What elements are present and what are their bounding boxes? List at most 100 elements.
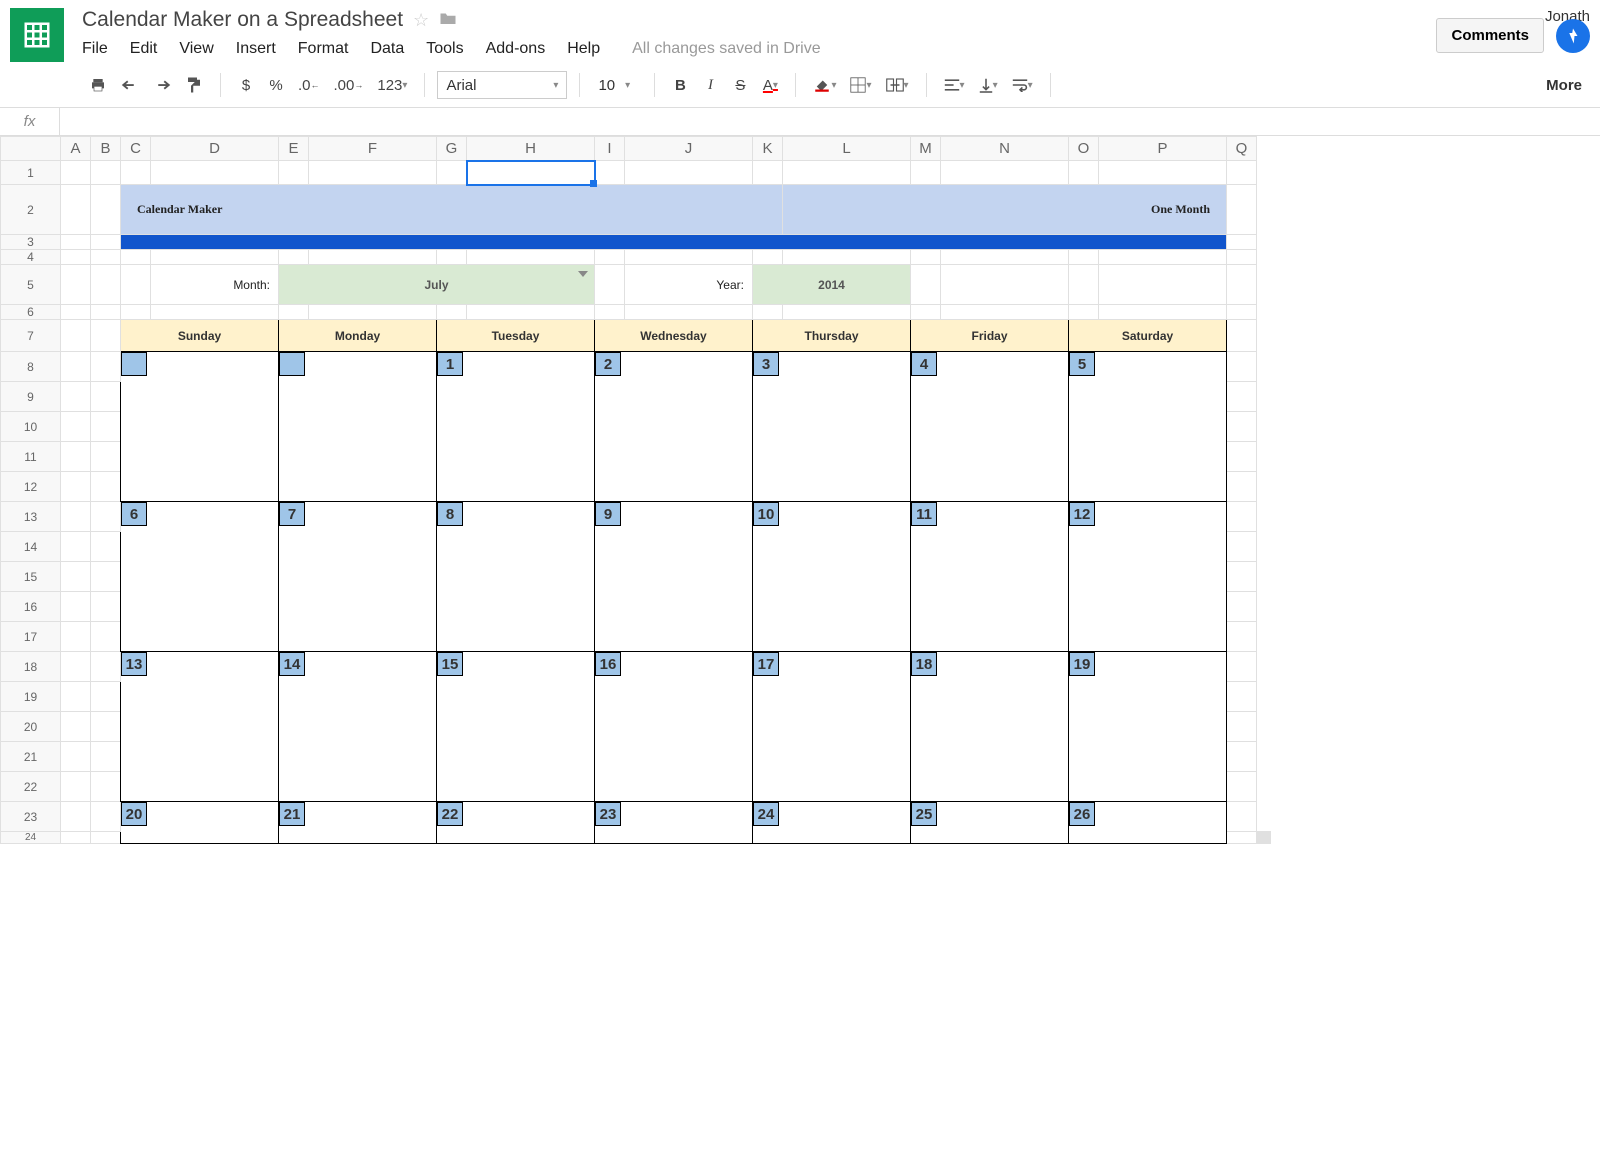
redo-icon[interactable] bbox=[148, 71, 176, 99]
undo-icon[interactable] bbox=[116, 71, 144, 99]
comments-button[interactable]: Comments bbox=[1436, 18, 1544, 53]
row-header[interactable]: 12 bbox=[1, 472, 61, 502]
fill-color-icon[interactable]: ▾ bbox=[808, 71, 841, 99]
calendar-cell[interactable]: 15 bbox=[437, 652, 595, 802]
row-header[interactable]: 3 bbox=[1, 235, 61, 250]
calendar-cell[interactable]: 25 bbox=[911, 802, 1069, 844]
menu-view[interactable]: View bbox=[179, 40, 213, 58]
row-header[interactable]: 17 bbox=[1, 622, 61, 652]
calendar-cell[interactable]: 20 bbox=[121, 802, 279, 844]
calendar-cell[interactable]: 19 bbox=[1069, 652, 1227, 802]
calendar-cell[interactable]: 26 bbox=[1069, 802, 1227, 844]
share-icon[interactable] bbox=[1556, 19, 1590, 53]
halign-icon[interactable]: ▾ bbox=[939, 71, 970, 99]
banner-right[interactable]: One Month bbox=[783, 185, 1227, 235]
calendar-cell[interactable]: 6 bbox=[121, 502, 279, 652]
calendar-cell[interactable]: 16 bbox=[595, 652, 753, 802]
row-header[interactable]: 4 bbox=[1, 250, 61, 265]
calendar-cell[interactable]: 11 bbox=[911, 502, 1069, 652]
strike-button[interactable]: S bbox=[727, 71, 753, 99]
calendar-cell[interactable] bbox=[121, 352, 279, 502]
borders-icon[interactable]: ▾ bbox=[845, 71, 876, 99]
menu-tools[interactable]: Tools bbox=[426, 40, 463, 58]
more-button[interactable]: More bbox=[1546, 77, 1590, 94]
calendar-cell[interactable]: 9 bbox=[595, 502, 753, 652]
wrap-icon[interactable]: ▾ bbox=[1007, 71, 1038, 99]
row-header[interactable]: 1 bbox=[1, 161, 61, 185]
text-color-button[interactable]: A ▾ bbox=[757, 71, 783, 99]
row-header[interactable]: 6 bbox=[1, 305, 61, 320]
doc-title[interactable]: Calendar Maker on a Spreadsheet bbox=[82, 8, 403, 32]
calendar-cell[interactable] bbox=[279, 352, 437, 502]
selected-cell[interactable] bbox=[467, 161, 595, 185]
calendar-cell[interactable]: 4 bbox=[911, 352, 1069, 502]
percent-button[interactable]: % bbox=[263, 71, 289, 99]
calendar-cell[interactable]: 24 bbox=[753, 802, 911, 844]
calendar-cell[interactable]: 3 bbox=[753, 352, 911, 502]
menu-data[interactable]: Data bbox=[370, 40, 404, 58]
calendar-cell[interactable]: 21 bbox=[279, 802, 437, 844]
menu-insert[interactable]: Insert bbox=[236, 40, 276, 58]
month-dropdown[interactable]: July bbox=[279, 265, 595, 305]
bold-button[interactable]: B bbox=[667, 71, 693, 99]
calendar-cell[interactable]: 5 bbox=[1069, 352, 1227, 502]
menu-file[interactable]: File bbox=[82, 40, 108, 58]
calendar-cell[interactable]: 22 bbox=[437, 802, 595, 844]
calendar-cell[interactable]: 2 bbox=[595, 352, 753, 502]
row-header[interactable]: 21 bbox=[1, 742, 61, 772]
menu-addons[interactable]: Add-ons bbox=[486, 40, 546, 58]
sheets-logo[interactable] bbox=[10, 8, 64, 62]
star-icon[interactable]: ☆ bbox=[413, 10, 429, 31]
calendar-cell[interactable]: 14 bbox=[279, 652, 437, 802]
row-header[interactable]: 23 bbox=[1, 802, 61, 832]
calendar-cell[interactable]: 7 bbox=[279, 502, 437, 652]
format-123-button[interactable]: 123 ▾ bbox=[372, 71, 412, 99]
row-header[interactable]: 18 bbox=[1, 652, 61, 682]
row-header[interactable]: 7 bbox=[1, 320, 61, 352]
valign-icon[interactable]: ▾ bbox=[974, 71, 1003, 99]
day-header[interactable]: Sunday bbox=[121, 320, 279, 352]
row-header[interactable]: 8 bbox=[1, 352, 61, 382]
calendar-cell[interactable]: 12 bbox=[1069, 502, 1227, 652]
paint-format-icon[interactable] bbox=[180, 71, 208, 99]
column-headers[interactable]: ABCDEFGHIJKLMNOPQ bbox=[1, 137, 1271, 161]
menu-help[interactable]: Help bbox=[567, 40, 600, 58]
day-header[interactable]: Wednesday bbox=[595, 320, 753, 352]
day-header[interactable]: Tuesday bbox=[437, 320, 595, 352]
menu-edit[interactable]: Edit bbox=[130, 40, 158, 58]
day-header[interactable]: Saturday bbox=[1069, 320, 1227, 352]
calendar-cell[interactable]: 8 bbox=[437, 502, 595, 652]
row-header[interactable]: 15 bbox=[1, 562, 61, 592]
italic-button[interactable]: I bbox=[697, 71, 723, 99]
row-header[interactable]: 9 bbox=[1, 382, 61, 412]
row-header[interactable]: 22 bbox=[1, 772, 61, 802]
dec-increase-button[interactable]: .00→ bbox=[329, 71, 369, 99]
row-header[interactable]: 20 bbox=[1, 712, 61, 742]
merge-icon[interactable]: ▾ bbox=[881, 71, 914, 99]
day-header[interactable]: Friday bbox=[911, 320, 1069, 352]
day-header[interactable]: Monday bbox=[279, 320, 437, 352]
menu-format[interactable]: Format bbox=[298, 40, 349, 58]
calendar-cell[interactable]: 13 bbox=[121, 652, 279, 802]
folder-icon[interactable] bbox=[439, 10, 457, 31]
calendar-cell[interactable]: 23 bbox=[595, 802, 753, 844]
calendar-cell[interactable]: 17 bbox=[753, 652, 911, 802]
day-header[interactable]: Thursday bbox=[753, 320, 911, 352]
row-header[interactable]: 19 bbox=[1, 682, 61, 712]
row-header[interactable]: 13 bbox=[1, 502, 61, 532]
currency-button[interactable]: $ bbox=[233, 71, 259, 99]
print-icon[interactable] bbox=[84, 71, 112, 99]
row-header[interactable]: 11 bbox=[1, 442, 61, 472]
row-header[interactable]: 24 bbox=[1, 832, 61, 844]
year-input[interactable]: 2014 bbox=[753, 265, 911, 305]
calendar-cell[interactable]: 18 bbox=[911, 652, 1069, 802]
row-header[interactable]: 10 bbox=[1, 412, 61, 442]
calendar-cell[interactable]: 10 bbox=[753, 502, 911, 652]
row-header[interactable]: 2 bbox=[1, 185, 61, 235]
row-header[interactable]: 5 bbox=[1, 265, 61, 305]
font-size-select[interactable]: 10▾ bbox=[592, 71, 642, 99]
banner-left[interactable]: Calendar Maker bbox=[121, 185, 783, 235]
dec-decrease-button[interactable]: .0← bbox=[293, 71, 325, 99]
calendar-cell[interactable]: 1 bbox=[437, 352, 595, 502]
row-header[interactable]: 16 bbox=[1, 592, 61, 622]
